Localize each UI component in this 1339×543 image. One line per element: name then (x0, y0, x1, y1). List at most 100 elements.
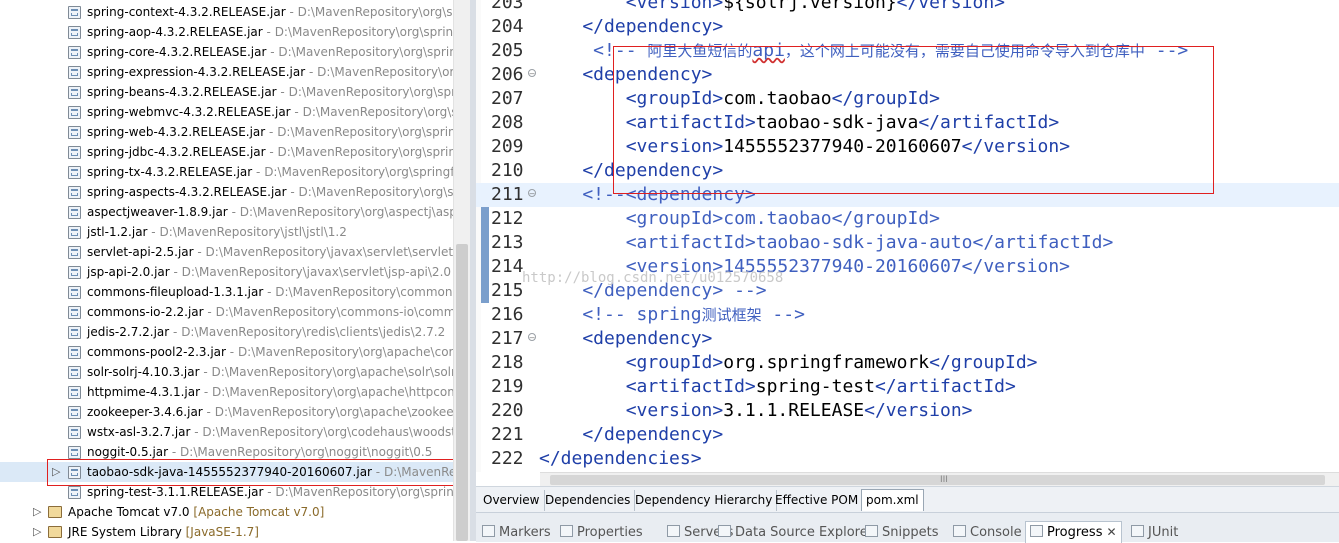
tree-item-jar[interactable]: spring-tx-4.3.2.RELEASE.jar - D:\MavenRe… (0, 162, 459, 182)
tree-item-jar[interactable]: spring-core-4.3.2.RELEASE.jar - D:\Maven… (0, 42, 464, 62)
expand-arrow-icon[interactable]: ▷ (33, 522, 41, 541)
tree-item-jar[interactable]: spring-jdbc-4.3.2.RELEASE.jar - D:\Maven… (0, 142, 464, 162)
jar-path: D:\MavenRepository\org (317, 65, 462, 79)
tree-item-jar[interactable]: commons-io-2.2.jar - D:\MavenRepository\… (0, 302, 455, 322)
jar-name: spring-aspects-4.3.2.RELEASE.jar (87, 185, 287, 199)
tab-effective-pom[interactable]: Effective POM (771, 490, 864, 511)
fold-toggle-icon[interactable]: – (528, 69, 536, 78)
tab-overview[interactable]: Overview (479, 490, 545, 511)
code-line[interactable]: 221 </dependency> (476, 423, 1339, 447)
jar-path: D:\MavenRepository\org\apache\solr\solr (211, 365, 456, 379)
tab-label: JUnit (1148, 525, 1179, 540)
tree-item-jar[interactable]: spring-webmvc-4.3.2.RELEASE.jar - D:\Mav… (0, 102, 465, 122)
tab-snippets[interactable]: Snippets (865, 523, 938, 542)
fold-toggle-icon[interactable]: – (528, 333, 536, 342)
code-text: <artifactId>spring-test</artifactId> (539, 375, 1016, 399)
code-line[interactable]: 216 <!-- spring测试框架 --> (476, 303, 1339, 327)
line-number: 205 (491, 40, 524, 61)
tree-item-jar[interactable]: jsp-api-2.0.jar - D:\MavenRepository\jav… (0, 262, 453, 282)
jar-label: spring-aspects-4.3.2.RELEASE.jar - D:\Ma… (87, 182, 461, 202)
tree-item-library[interactable]: ▷ JRE System Library [JavaSE-1.7] (0, 522, 453, 541)
close-icon[interactable]: ✕ (1106, 525, 1116, 539)
servers-icon (667, 525, 680, 537)
fold-toggle-icon[interactable]: – (528, 189, 536, 198)
tree-item-jar[interactable]: httpmime-4.3.1.jar - D:\MavenRepository\… (0, 382, 459, 402)
tab-progress[interactable]: Progress ✕ (1025, 521, 1122, 543)
jar-label: spring-tx-4.3.2.RELEASE.jar - D:\MavenRe… (87, 162, 459, 182)
tree-item-jar[interactable]: jedis-2.7.2.jar - D:\MavenRepository\red… (0, 322, 453, 342)
jar-label: httpmime-4.3.1.jar - D:\MavenRepository\… (87, 382, 459, 402)
tab-label: Properties (577, 525, 643, 540)
tree-item-jar[interactable]: jstl-1.2.jar - D:\MavenRepository\jstl\j… (0, 222, 453, 242)
code-token: <version> (539, 0, 724, 13)
library-version: [JavaSE-1.7] (185, 525, 259, 539)
tab-label: Snippets (882, 525, 939, 540)
jar-path: D:\MavenRepository\org\apache\zookee (214, 405, 454, 419)
jar-separator: - (286, 185, 299, 199)
jar-file-icon (68, 386, 81, 399)
jar-separator: - (200, 385, 212, 399)
jar-path: D:\MavenRepository\org\spring (288, 85, 470, 99)
tree-item-jar[interactable]: spring-aspects-4.3.2.RELEASE.jar - D:\Ma… (0, 182, 461, 202)
tree-item-jar[interactable]: zookeeper-3.4.6.jar - D:\MavenRepository… (0, 402, 454, 422)
tree-item-library[interactable]: ▷ Apache Tomcat v7.0 [Apache Tomcat v7.0] (0, 502, 453, 522)
code-text: <!-- spring测试框架 --> (539, 303, 805, 327)
tab-console[interactable]: Console (953, 523, 1022, 542)
tree-item-jar[interactable]: spring-expression-4.3.2.RELEASE.jar - D:… (0, 62, 462, 82)
tab-pom-xml[interactable]: pom.xml (861, 489, 924, 511)
tree-item-jar[interactable]: spring-beans-4.3.2.RELEASE.jar - D:\Mave… (0, 82, 470, 102)
code-text: <version>3.1.1.RELEASE</version> (539, 399, 973, 423)
editor-scroll-thumb[interactable]: III (550, 475, 1325, 485)
highlight-box-taobao-jar (47, 459, 458, 486)
tree-item-jar[interactable]: solr-solrj-4.10.3.jar - D:\MavenReposito… (0, 362, 456, 382)
editor-horizontal-scrollbar[interactable]: III (540, 472, 1339, 487)
jar-separator: - (202, 405, 215, 419)
code-line[interactable]: 204 </dependency> (476, 15, 1339, 39)
tab-markers[interactable]: Markers (482, 523, 551, 542)
tree-item-jar[interactable]: commons-pool2-2.3.jar - D:\MavenReposito… (0, 342, 453, 362)
jar-name: spring-beans-4.3.2.RELEASE.jar (87, 85, 277, 99)
tree-item-jar[interactable]: spring-context-4.3.2.RELEASE.jar - D:\Ma… (0, 2, 470, 22)
bottom-view-tabs: Markers Properties Servers Data Source Expl… (476, 512, 1339, 543)
jar-path: D:\MavenRepository\org\apache\httpcom (212, 385, 459, 399)
code-token: org.springframework (723, 352, 930, 373)
expand-arrow-icon[interactable]: ▷ (33, 502, 41, 522)
jar-name: spring-web-4.3.2.RELEASE.jar (87, 125, 266, 139)
jar-file-icon (68, 486, 81, 499)
code-line[interactable]: 220 <version>3.1.1.RELEASE</version> (476, 399, 1339, 423)
code-line[interactable]: 219 <artifactId>spring-test</artifactId> (476, 375, 1339, 399)
code-token: <artifactId>taobao-sdk-java-auto</artifa… (539, 232, 1114, 253)
tree-item-jar[interactable]: wstx-asl-3.2.7.jar - D:\MavenRepository\… (0, 422, 463, 442)
jar-file-icon (68, 286, 81, 299)
tree-item-jar[interactable]: commons-fileupload-1.3.1.jar - D:\MavenR… (0, 282, 459, 302)
code-line[interactable]: 218 <groupId>org.springframework</groupI… (476, 351, 1339, 375)
tree-scroll-thumb[interactable] (456, 244, 468, 541)
code-line[interactable]: 222 </dependencies> (476, 447, 1339, 471)
code-text: <groupId>com.taobao</groupId> (539, 207, 940, 231)
jar-name: spring-expression-4.3.2.RELEASE.jar (87, 65, 306, 79)
jar-file-icon (68, 46, 81, 59)
jar-label: commons-io-2.2.jar - D:\MavenRepository\… (87, 302, 455, 322)
tree-item-jar[interactable]: aspectjweaver-1.8.9.jar - D:\MavenReposi… (0, 202, 464, 222)
tab-dependency-hierarchy[interactable]: Dependency Hierarchy (631, 490, 778, 511)
tab-dependencies[interactable]: Dependencies (541, 490, 636, 511)
jar-name: jsp-api-2.0.jar (87, 265, 170, 279)
jar-path: D:\MavenRepository\jstl\jstl\1.2 (159, 225, 347, 239)
jar-name: commons-io-2.2.jar (87, 305, 204, 319)
code-line[interactable]: 212 <groupId>com.taobao</groupId> (476, 207, 1339, 231)
jar-label: commons-pool2-2.3.jar - D:\MavenReposito… (87, 342, 453, 362)
tree-item-jar[interactable]: spring-aop-4.3.2.RELEASE.jar - D:\MavenR… (0, 22, 461, 42)
code-line[interactable]: 203 <version>${solrj.version}</version> (476, 0, 1339, 15)
jar-path: D:\MavenRepository\org\sp (302, 105, 466, 119)
tree-item-jar[interactable]: spring-web-4.3.2.RELEASE.jar - D:\MavenR… (0, 122, 463, 142)
tree-scrollbar[interactable] (453, 0, 470, 541)
tab-properties[interactable]: Properties (560, 523, 643, 542)
code-line[interactable]: 213 <artifactId>taobao-sdk-java-auto</ar… (476, 231, 1339, 255)
code-line[interactable]: 217– <dependency> (476, 327, 1339, 351)
jar-file-icon (68, 146, 81, 159)
tree-item-jar[interactable]: servlet-api-2.5.jar - D:\MavenRepository… (0, 242, 465, 262)
jar-file-icon (68, 266, 81, 279)
tab-data-source-explorer[interactable]: Data Source Explorer (718, 523, 873, 542)
tab-junit[interactable]: JUnit (1131, 523, 1178, 542)
data-source-explorer-icon (718, 525, 731, 537)
